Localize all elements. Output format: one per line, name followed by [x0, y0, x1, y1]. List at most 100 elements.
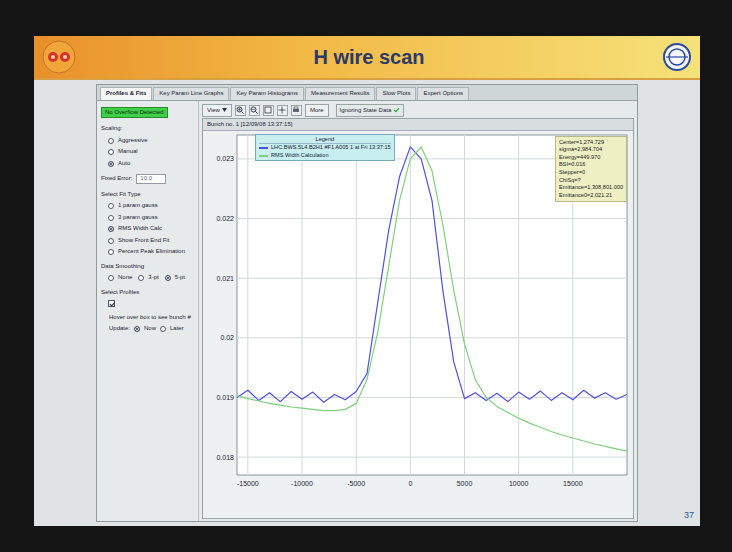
scaling-label: Scaling:	[101, 125, 194, 133]
page-number-area: 37	[638, 84, 696, 522]
statistic: Center=1,274.729	[559, 139, 623, 147]
statistic: Stepper=0	[559, 169, 623, 177]
fit-icon	[264, 106, 272, 114]
state-data-label: Ignoring State Data	[340, 106, 392, 115]
pan-button[interactable]	[277, 105, 288, 116]
y-tick-label: 0.021	[216, 274, 234, 281]
fit-button[interactable]	[263, 105, 274, 116]
more-button[interactable]: More	[305, 104, 329, 117]
grid-line	[356, 135, 357, 475]
x-tick-label: 10000	[509, 480, 529, 487]
view-button[interactable]: View	[202, 104, 232, 117]
radio-option[interactable]: Auto	[108, 160, 130, 168]
y-tick-label: 0.02	[220, 334, 234, 341]
fit-type-row: RMS Width Calc	[101, 225, 194, 233]
zoom-in-button[interactable]	[235, 105, 246, 116]
x-tick-label: 15000	[563, 480, 583, 487]
slide: H wire scan Profiles & FitsKey Param Lin…	[34, 36, 700, 526]
radio-option[interactable]: 3 param gauss	[108, 214, 158, 222]
grid-line	[518, 135, 519, 475]
fit-type-row: 1 param gauss	[101, 202, 194, 210]
radio-option[interactable]: 1 param gauss	[108, 202, 158, 210]
radio-option[interactable]: Manual	[108, 148, 138, 156]
print-button[interactable]	[291, 105, 302, 116]
fit-statistics: Center=1,274.729sigma=2,984.704Energy=44…	[555, 136, 627, 202]
radio-button[interactable]	[108, 249, 114, 255]
tab[interactable]: Measurement Results	[305, 87, 375, 100]
fixed-error-field[interactable]: 10.0	[136, 174, 166, 184]
x-tick-label: -10000	[291, 480, 313, 487]
project-logo-icon	[42, 40, 76, 74]
fixed-error-row: Fixed Error:10.0	[101, 174, 194, 184]
radio-label: Percent Peak Elimination	[118, 248, 185, 256]
chart: 0.0230.0220.0210.020.0190.018-15000-1000…	[203, 131, 633, 518]
radio-button[interactable]	[160, 326, 166, 332]
radio-button[interactable]	[138, 275, 144, 281]
radio-option[interactable]: RMS Width Calc	[108, 225, 162, 233]
legend-entry: LHC.BWS.5L4.B2H1 #F1 A005 1 at Fri 13:37…	[259, 144, 391, 152]
radio-label: Now	[144, 325, 156, 333]
tab[interactable]: Key Param Histograms	[230, 87, 304, 100]
legend-swatch	[259, 155, 268, 157]
tab[interactable]: Key Param Line Graphs	[153, 87, 229, 100]
radio-label: Aggressive	[118, 137, 148, 145]
tab-bar: Profiles & FitsKey Param Line GraphsKey …	[97, 85, 637, 101]
radio-option[interactable]: 3-pt	[138, 274, 158, 282]
x-tick-label: 0	[408, 480, 412, 487]
grid-line	[237, 277, 627, 278]
fit-type-row: Show Front End Fit	[101, 237, 194, 245]
page-number: 37	[684, 509, 694, 523]
grid-line	[464, 135, 465, 475]
update-label: Update:	[109, 325, 130, 333]
plot-background	[237, 135, 627, 475]
check-icon	[393, 107, 400, 114]
slide-header: H wire scan	[34, 36, 700, 80]
radio-button[interactable]	[108, 149, 114, 155]
radio-option[interactable]: Later	[160, 325, 184, 333]
legend-label: RMS Width Calculation	[271, 152, 329, 160]
radio-option[interactable]: Aggressive	[108, 137, 148, 145]
grid-line	[237, 456, 627, 457]
scaling-row: Auto	[101, 160, 194, 168]
tab[interactable]: Expert Options	[417, 87, 469, 100]
profiles-checkbox[interactable]	[108, 300, 115, 307]
legend: LegendLHC.BWS.5L4.B2H1 #F1 A005 1 at Fri…	[255, 134, 395, 162]
radio-button[interactable]	[108, 161, 114, 167]
plot-title: Bunch no. 1 [12/09/08 13:37:15]	[203, 119, 633, 131]
statistic: BSI=0.016	[559, 161, 623, 169]
x-tick-label: -15000	[237, 480, 259, 487]
plot-panel: Bunch no. 1 [12/09/08 13:37:15] 0.0230.0…	[202, 118, 634, 519]
radio-option[interactable]: Percent Peak Elimination	[108, 248, 185, 256]
radio-label: 5-pt	[175, 274, 185, 282]
radio-button[interactable]	[165, 275, 171, 281]
zoom-out-button[interactable]	[249, 105, 260, 116]
radio-button[interactable]	[108, 226, 114, 232]
radio-button[interactable]	[108, 138, 114, 144]
profiles-checkbox-row	[101, 300, 194, 310]
statistic: sigma=2,984.704	[559, 146, 623, 154]
fit-type-row: Percent Peak Elimination	[101, 248, 194, 256]
radio-button[interactable]	[108, 203, 114, 209]
radio-button[interactable]	[108, 238, 114, 244]
radio-option[interactable]: Now	[134, 325, 156, 333]
radio-label: Manual	[118, 148, 138, 156]
profiles-label: Select Profiles	[101, 289, 194, 297]
cern-logo-icon	[662, 42, 692, 72]
zoom-out-icon	[250, 106, 258, 114]
tab[interactable]: Slow Plots	[376, 87, 416, 100]
pan-icon	[278, 106, 286, 114]
radio-option[interactable]: 5-pt	[165, 274, 185, 282]
update-row: Update: Now Later	[101, 325, 194, 333]
radio-label: Show Front End Fit	[118, 237, 169, 245]
view-label: View	[207, 106, 220, 115]
radio-button[interactable]	[108, 215, 114, 221]
toolbar: View	[202, 103, 634, 118]
radio-option[interactable]: Show Front End Fit	[108, 237, 169, 245]
tab[interactable]: Profiles & Fits	[100, 87, 152, 100]
settings-panel: No Overflow DetectedScaling:AggressiveMa…	[97, 101, 199, 521]
app-window: Profiles & FitsKey Param Line GraphsKey …	[96, 84, 638, 522]
radio-button[interactable]	[134, 326, 140, 332]
radio-option[interactable]: None	[108, 274, 132, 282]
radio-label: 3-pt	[148, 274, 158, 282]
radio-button[interactable]	[108, 275, 114, 281]
